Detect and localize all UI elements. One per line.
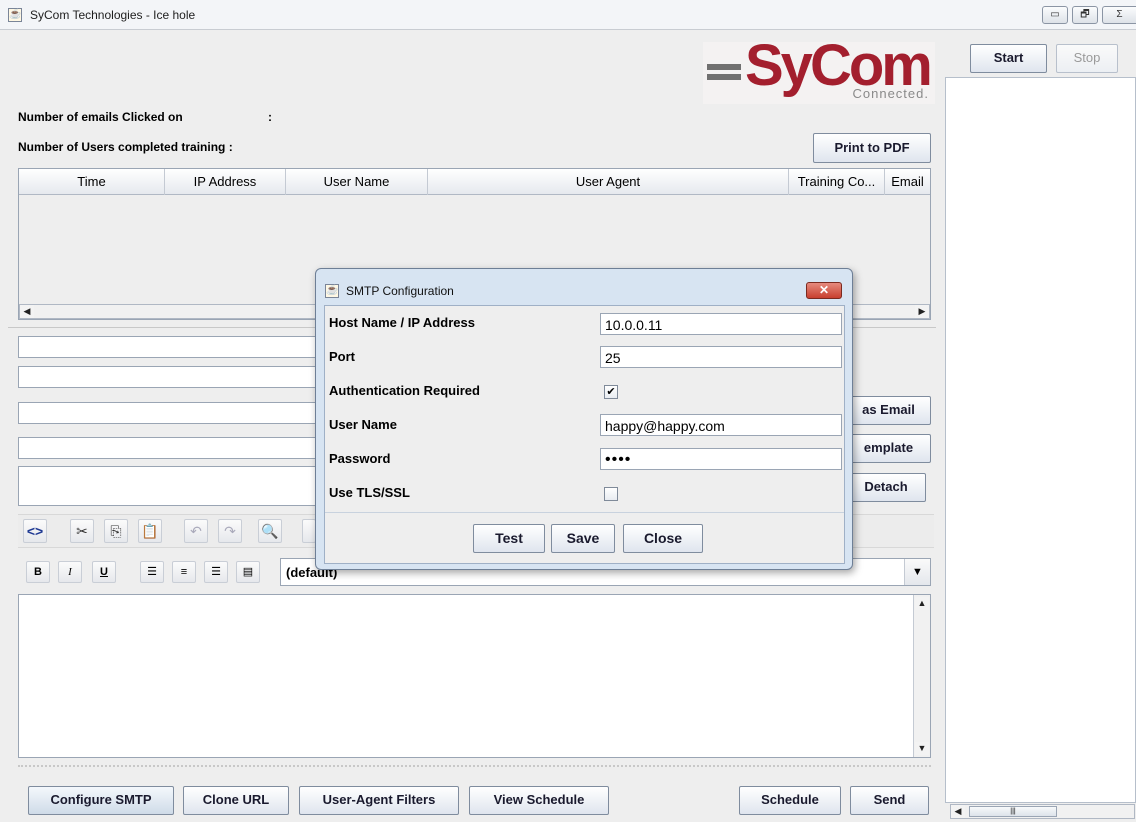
- host-label: Host Name / IP Address: [329, 315, 475, 330]
- configure-smtp-button[interactable]: Configure SMTP: [28, 786, 174, 815]
- subject-field[interactable]: [18, 437, 318, 459]
- auth-label: Authentication Required: [329, 383, 480, 398]
- sycom-logo: SyCom Connected.: [703, 33, 935, 104]
- save-button[interactable]: Save: [551, 524, 615, 553]
- to-field[interactable]: [18, 402, 318, 424]
- undo-icon[interactable]: ↶: [184, 519, 208, 543]
- tls-label: Use TLS/SSL: [329, 485, 410, 500]
- logo-dash-bottom: [707, 74, 741, 80]
- dotted-divider: [18, 765, 931, 769]
- clicked-count-colon: :: [268, 110, 272, 124]
- window-title: SyCom Technologies - Ice hole: [30, 8, 196, 22]
- scroll-thumb[interactable]: |||: [969, 806, 1057, 817]
- send-button[interactable]: Send: [850, 786, 929, 815]
- editor-vertical-scrollbar[interactable]: ▲ ▼: [913, 595, 930, 757]
- clone-url-button[interactable]: Clone URL: [183, 786, 289, 815]
- load-template-button[interactable]: emplate: [846, 434, 931, 463]
- window-titlebar: ☕ SyCom Technologies - Ice hole ▭ 🗗 Σ: [0, 0, 1136, 30]
- column-header-ip-address[interactable]: IP Address: [165, 169, 286, 195]
- dialog-java-icon: ☕: [325, 284, 339, 298]
- user-agent-filters-button[interactable]: User-Agent Filters: [299, 786, 459, 815]
- bold-button[interactable]: B: [26, 561, 50, 583]
- log-horizontal-scrollbar[interactable]: ◀ |||: [950, 804, 1135, 819]
- justify-icon[interactable]: ▤: [236, 561, 260, 583]
- column-header-user-agent[interactable]: User Agent: [428, 169, 789, 195]
- find-icon[interactable]: 🔍: [258, 519, 282, 543]
- column-header-training[interactable]: Training Co...: [789, 169, 885, 195]
- logo-tagline: Connected.: [852, 86, 929, 101]
- password-field[interactable]: ••••: [600, 448, 842, 470]
- logo-dash-top: [707, 64, 741, 70]
- close-icon[interactable]: ✕: [806, 282, 842, 299]
- dialog-divider: [325, 512, 844, 513]
- test-button[interactable]: Test: [473, 524, 545, 553]
- dialog-body: Host Name / IP Address 10.0.0.11 Port 25…: [324, 305, 845, 564]
- scroll-left-icon[interactable]: ◀: [20, 305, 34, 318]
- stop-button[interactable]: Stop: [1056, 44, 1118, 73]
- username-field[interactable]: happy@happy.com: [600, 414, 842, 436]
- column-header-time[interactable]: Time: [19, 169, 165, 195]
- column-header-user-name[interactable]: User Name: [286, 169, 428, 195]
- scroll-right-icon[interactable]: ▶: [915, 305, 929, 318]
- save-as-email-button[interactable]: as Email: [846, 396, 931, 425]
- completed-training-label: Number of Users completed training :: [18, 140, 233, 154]
- clicked-count-label: Number of emails Clicked on: [18, 110, 183, 124]
- log-scroll-left-icon[interactable]: ◀: [951, 805, 965, 818]
- align-center-icon[interactable]: ≡: [172, 561, 196, 583]
- dialog-title: SMTP Configuration: [346, 284, 454, 298]
- table-header: Time IP Address User Name User Agent Tra…: [19, 169, 930, 195]
- java-app-icon: ☕: [8, 8, 22, 22]
- source-code-icon[interactable]: <>: [23, 519, 47, 543]
- link-icon[interactable]: [302, 519, 316, 543]
- copy-icon[interactable]: ⎘: [104, 519, 128, 543]
- underline-button[interactable]: U: [92, 561, 116, 583]
- log-panel: ◀ |||: [945, 77, 1136, 819]
- detach-button[interactable]: Detach: [846, 473, 926, 502]
- close-button[interactable]: Close: [623, 524, 703, 553]
- from-name-field[interactable]: [18, 366, 318, 388]
- italic-button[interactable]: I: [58, 561, 82, 583]
- align-left-icon[interactable]: ☰: [140, 561, 164, 583]
- align-right-icon[interactable]: ☰: [204, 561, 228, 583]
- column-header-email[interactable]: Email: [885, 169, 930, 195]
- chevron-down-icon[interactable]: ▼: [904, 559, 930, 585]
- scroll-up-icon[interactable]: ▲: [915, 597, 929, 610]
- cut-icon[interactable]: ✂: [70, 519, 94, 543]
- paste-icon[interactable]: 📋: [138, 519, 162, 543]
- minimize-button[interactable]: ▭: [1042, 6, 1068, 24]
- schedule-button[interactable]: Schedule: [739, 786, 841, 815]
- port-field[interactable]: 25: [600, 346, 842, 368]
- close-window-button[interactable]: Σ: [1102, 6, 1136, 24]
- scroll-down-icon[interactable]: ▼: [915, 742, 929, 755]
- print-to-pdf-button[interactable]: Print to PDF: [813, 133, 931, 163]
- smtp-configuration-dialog: ☕ SMTP Configuration ✕ Host Name / IP Ad…: [315, 268, 853, 570]
- username-label: User Name: [329, 417, 397, 432]
- tls-checkbox[interactable]: [604, 487, 618, 501]
- redo-icon[interactable]: ↷: [218, 519, 242, 543]
- attachment-field[interactable]: [18, 466, 318, 506]
- maximize-button[interactable]: 🗗: [1072, 6, 1098, 24]
- auth-checkbox[interactable]: ✔: [604, 385, 618, 399]
- email-body-editor[interactable]: ▲ ▼: [18, 594, 931, 758]
- view-schedule-button[interactable]: View Schedule: [469, 786, 609, 815]
- start-button[interactable]: Start: [970, 44, 1047, 73]
- password-label: Password: [329, 451, 391, 466]
- host-field[interactable]: 10.0.0.11: [600, 313, 842, 335]
- port-label: Port: [329, 349, 355, 364]
- from-field[interactable]: [18, 336, 318, 358]
